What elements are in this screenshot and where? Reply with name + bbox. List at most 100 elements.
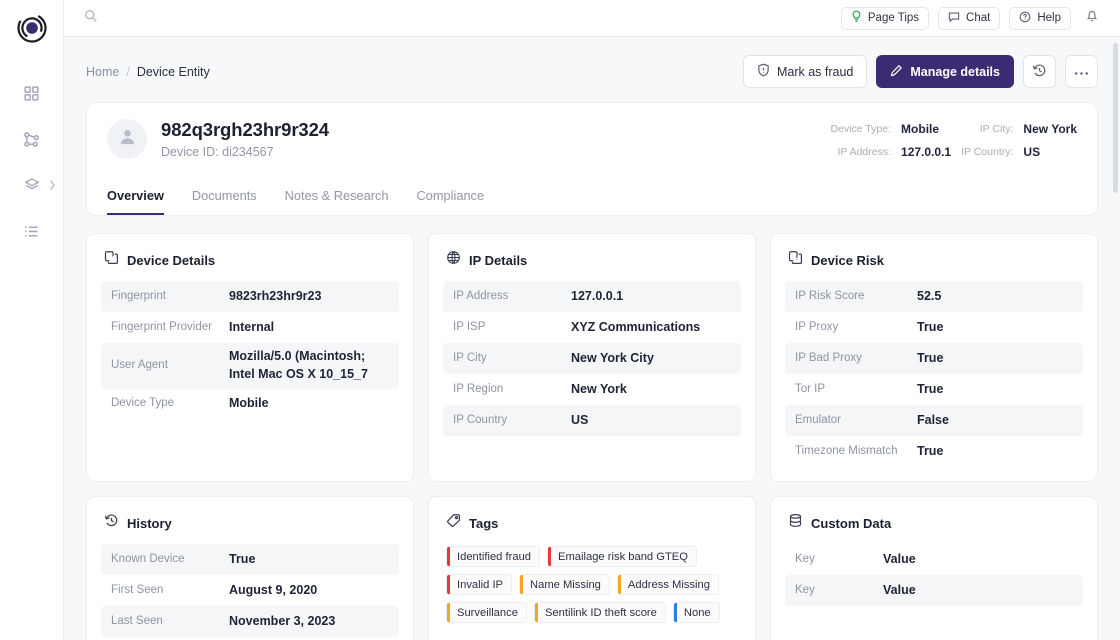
status-badge[interactable]: Invalid IP <box>446 574 513 595</box>
layers-icon <box>23 176 41 194</box>
sidebar-item-network[interactable] <box>0 116 63 162</box>
entity-meta-grid: Device Type: Mobile IP City: New York IP… <box>831 119 1077 159</box>
chat-button[interactable]: Chat <box>938 6 1001 30</box>
tab-documents[interactable]: Documents <box>192 188 257 215</box>
mark-as-fraud-label: Mark as fraud <box>776 64 854 79</box>
row-key: IP Address <box>453 289 509 302</box>
table-row: Tor IP True <box>785 374 1083 405</box>
breadcrumb-current: Device Entity <box>136 64 210 79</box>
sidebar-item-layers[interactable] <box>0 162 63 208</box>
topbar-actions: Page Tips Chat Help <box>840 6 1104 30</box>
tag-label: Invalid IP <box>457 578 504 591</box>
tab-overview[interactable]: Overview <box>107 188 164 215</box>
list-icon <box>23 223 40 240</box>
sidebar-nav <box>0 70 63 254</box>
card-device-details: Device Details Fingerprint 9823rh23hr9r2… <box>86 233 414 482</box>
help-circle-icon <box>1019 11 1031 26</box>
tag-label: Address Missing <box>627 578 710 591</box>
entity-tabs: Overview Documents Notes & Research Comp… <box>86 174 1098 216</box>
table-row: Known Device True <box>101 544 399 575</box>
more-options-button[interactable] <box>1065 55 1098 88</box>
row-key: Fingerprint <box>111 289 166 302</box>
card-tags: Tags Identified fraud Emailage risk band… <box>428 496 756 640</box>
breadcrumb-home[interactable]: Home <box>86 65 119 79</box>
row-key: IP City <box>453 351 487 364</box>
manage-details-label: Manage details <box>910 64 1000 79</box>
card-header: Device Risk <box>788 250 1081 270</box>
tab-notes-research[interactable]: Notes & Research <box>285 188 389 215</box>
search-input[interactable] <box>106 7 366 29</box>
vertical-scrollbar[interactable] <box>1113 43 1118 193</box>
card-header: Tags <box>446 513 739 533</box>
mark-as-fraud-button[interactable]: Mark as fraud <box>742 55 868 88</box>
kv-table: Fingerprint 9823rh23hr9r23 Fingerprint P… <box>101 281 399 420</box>
row-value: False <box>917 412 949 427</box>
meta-key: IP City: <box>979 123 1014 135</box>
row-value: 127.0.0.1 <box>571 288 624 303</box>
tag-label: Emailage risk band GTEQ <box>558 550 688 563</box>
row-key: Tor IP <box>795 382 826 395</box>
search-icon <box>84 9 98 28</box>
row-key: User Agent <box>111 358 168 371</box>
tag-label: None <box>683 606 711 619</box>
entity-device-id: Device ID: di234567 <box>161 145 274 159</box>
row-value: August 9, 2020 <box>229 582 318 597</box>
notifications-button[interactable] <box>1080 6 1104 30</box>
card-header: Device Details <box>104 250 397 270</box>
card-title: Device Risk <box>811 252 884 268</box>
status-badge[interactable]: Identified fraud <box>446 546 541 567</box>
row-key: Fingerprint Provider <box>111 320 212 333</box>
status-badge[interactable]: Sentilink ID theft score <box>533 602 666 623</box>
row-value: Internal <box>229 319 275 334</box>
table-row: IP Country US <box>443 405 741 436</box>
breadcrumb-separator: / <box>126 64 130 79</box>
row-key: IP Bad Proxy <box>795 351 862 364</box>
status-badge[interactable]: Name Missing <box>519 574 610 595</box>
row-value: Mozilla/5.0 (Macintosh; Intel Mac OS X 1… <box>229 349 368 381</box>
row-key: First Seen <box>111 583 164 596</box>
table-row: First Seen August 9, 2020 <box>101 575 399 606</box>
sidebar-item-dashboard[interactable] <box>0 70 63 116</box>
help-label: Help <box>1037 12 1061 24</box>
status-badge[interactable]: Emailage risk band GTEQ <box>547 546 697 567</box>
table-row: IP Risk Score 52.5 <box>785 281 1083 312</box>
row-key: Key <box>795 552 815 565</box>
status-badge[interactable]: None <box>672 602 720 623</box>
page-tips-button[interactable]: Page Tips <box>840 6 930 30</box>
tag-label: Name Missing <box>530 578 601 591</box>
card-title: Tags <box>469 515 499 531</box>
table-row: Last Seen November 3, 2023 <box>101 606 399 637</box>
bell-icon <box>1085 8 1099 28</box>
table-row: Fingerprint 9823rh23hr9r23 <box>101 281 399 312</box>
content-scroll-area[interactable]: Home / Device Entity Mark as fraud Manag… <box>64 37 1120 640</box>
meta-value: Mobile <box>901 122 940 136</box>
network-graph-icon <box>23 131 40 148</box>
status-badge[interactable]: Address Missing <box>616 574 719 595</box>
manage-details-button[interactable]: Manage details <box>876 55 1014 88</box>
entity-header-card: 982q3rgh23hr9r324 Device ID: di234567 De… <box>86 102 1098 174</box>
row-key: IP ISP <box>453 320 486 333</box>
app-logo[interactable] <box>0 0 63 60</box>
help-button[interactable]: Help <box>1009 6 1071 30</box>
table-row: User Agent Mozilla/5.0 (Macintosh; Intel… <box>101 343 399 389</box>
row-value: XYZ Communications <box>571 319 701 334</box>
table-row: IP Proxy True <box>785 312 1083 343</box>
tab-compliance[interactable]: Compliance <box>417 188 485 215</box>
chevron-right-icon[interactable] <box>49 180 56 191</box>
global-search[interactable] <box>84 7 841 29</box>
chat-bubble-icon <box>948 11 960 26</box>
avatar <box>107 119 147 159</box>
tag-list: Identified fraud Emailage risk band GTEQ… <box>443 544 741 623</box>
status-badge[interactable]: Surveillance <box>446 602 527 623</box>
kv-table: Key Value Key Value <box>785 544 1083 606</box>
row-value: True <box>917 443 944 458</box>
topbar: Page Tips Chat Help <box>64 0 1120 37</box>
sidebar-item-list[interactable] <box>0 208 63 254</box>
history-button[interactable] <box>1023 55 1056 88</box>
card-header: Custom Data <box>788 513 1081 533</box>
grid-icon <box>23 85 40 102</box>
card-header: IP Details <box>446 250 739 270</box>
row-value: New York <box>571 381 627 396</box>
card-history: History Known Device True First Seen Aug… <box>86 496 414 640</box>
page-action-buttons: Mark as fraud Manage details <box>742 55 1098 88</box>
